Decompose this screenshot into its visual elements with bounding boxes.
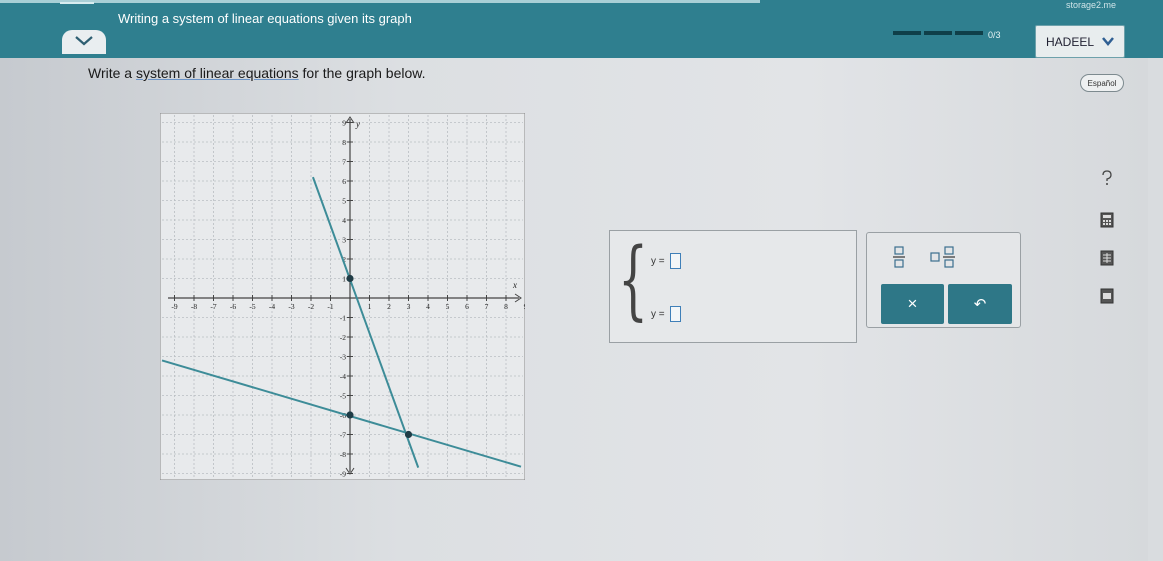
graph-point: [404, 430, 413, 439]
x-axis-label: x: [512, 280, 517, 290]
x-tick-label: 5: [446, 302, 450, 311]
equation-1-input[interactable]: [669, 253, 681, 269]
y-tick-label: -9: [340, 470, 346, 479]
y-tick-label: 6: [342, 177, 346, 186]
notes-icon[interactable]: [1099, 288, 1115, 304]
y-tick-label: -1: [340, 314, 346, 323]
x-tick-label: 8: [504, 302, 508, 311]
definition-link[interactable]: system of linear equations: [136, 65, 299, 81]
y-tick-label: 3: [342, 236, 346, 245]
prompt-text: for the graph below.: [298, 65, 426, 81]
graph-background: [160, 113, 525, 480]
y-tick-label: -4: [340, 372, 346, 381]
progress-bar: [893, 31, 983, 35]
menu-icon[interactable]: [60, 2, 94, 8]
mixed-number-icon: [930, 246, 955, 268]
language-button[interactable]: Español: [1080, 74, 1124, 92]
storage-label: storage2.me: [1066, 0, 1117, 10]
y-tick-label: -5: [340, 392, 346, 401]
fraction-icon: [893, 246, 905, 268]
equation-1: y =: [651, 253, 681, 269]
question-prompt: Write a system of linear equations for t…: [88, 65, 426, 81]
y-tick-label: 8: [342, 138, 346, 147]
math-toolbar: × ↶: [866, 232, 1021, 328]
answer-box: { y = y =: [609, 230, 857, 343]
x-tick-label: -4: [269, 302, 275, 311]
x-tick-label: -5: [249, 302, 255, 311]
x-tick-label: 1: [368, 302, 372, 311]
x-tick-label: -7: [210, 302, 216, 311]
clear-button[interactable]: ×: [881, 284, 944, 324]
y-axis-label: y: [355, 119, 360, 129]
prompt-text: Write a: [88, 65, 136, 81]
x-tick-label: 3: [407, 302, 411, 311]
x-tick-label: -9: [171, 302, 177, 311]
top-bar-highlight: [0, 0, 760, 3]
y-tick-label: 1: [342, 275, 346, 284]
progress-count: 0/3: [988, 30, 1001, 40]
x-tick-label: 9: [524, 302, 525, 311]
topic-title: Writing a system of linear equations giv…: [118, 11, 412, 26]
collapse-toggle[interactable]: [62, 30, 106, 54]
data-table-icon[interactable]: [1099, 250, 1115, 266]
y-tick-label: 5: [342, 197, 346, 206]
y-tick-label: -8: [340, 450, 346, 459]
system-brace: {: [618, 230, 649, 330]
x-tick-label: -2: [308, 302, 314, 311]
progress-segment: [924, 31, 952, 35]
top-bar: Writing a system of linear equations giv…: [0, 0, 1163, 58]
x-tick-label: -6: [230, 302, 236, 311]
graph-point: [346, 274, 354, 283]
coordinate-graph: xy-9-8-7-6-5-4-3-2-1123456789987654321-1…: [160, 113, 525, 480]
x-tick-label: -1: [327, 302, 333, 311]
chevron-down-icon: [74, 33, 94, 51]
x-tick-label: 7: [485, 302, 489, 311]
fraction-button[interactable]: [879, 242, 919, 272]
chevron-down-icon: [1102, 35, 1114, 49]
mixed-number-button[interactable]: [923, 242, 963, 272]
x-tick-label: 6: [465, 302, 469, 311]
help-icon[interactable]: [1099, 170, 1115, 186]
y-tick-label: 9: [342, 119, 346, 128]
user-name: HADEEL: [1045, 34, 1095, 49]
undo-button[interactable]: ↶: [948, 284, 1012, 324]
y-tick-label: -2: [340, 333, 346, 342]
x-tick-label: -3: [288, 302, 294, 311]
y-tick-label: -7: [340, 431, 346, 440]
equation-1-prefix: y =: [651, 255, 665, 267]
x-tick-label: -8: [191, 302, 197, 311]
calculator-icon[interactable]: [1099, 212, 1115, 228]
y-tick-label: -3: [340, 353, 346, 362]
equation-2: y =: [651, 306, 681, 322]
progress-segment: [893, 31, 921, 35]
equation-2-input[interactable]: [669, 306, 681, 322]
y-tick-label: 4: [342, 216, 346, 225]
graph-point: [346, 411, 354, 419]
progress-segment: [955, 31, 983, 35]
equation-2-prefix: y =: [651, 308, 665, 320]
x-tick-label: 2: [387, 302, 391, 311]
x-tick-label: 4: [426, 302, 430, 311]
y-tick-label: 7: [342, 158, 346, 167]
user-menu-button[interactable]: HADEEL: [1035, 25, 1125, 58]
